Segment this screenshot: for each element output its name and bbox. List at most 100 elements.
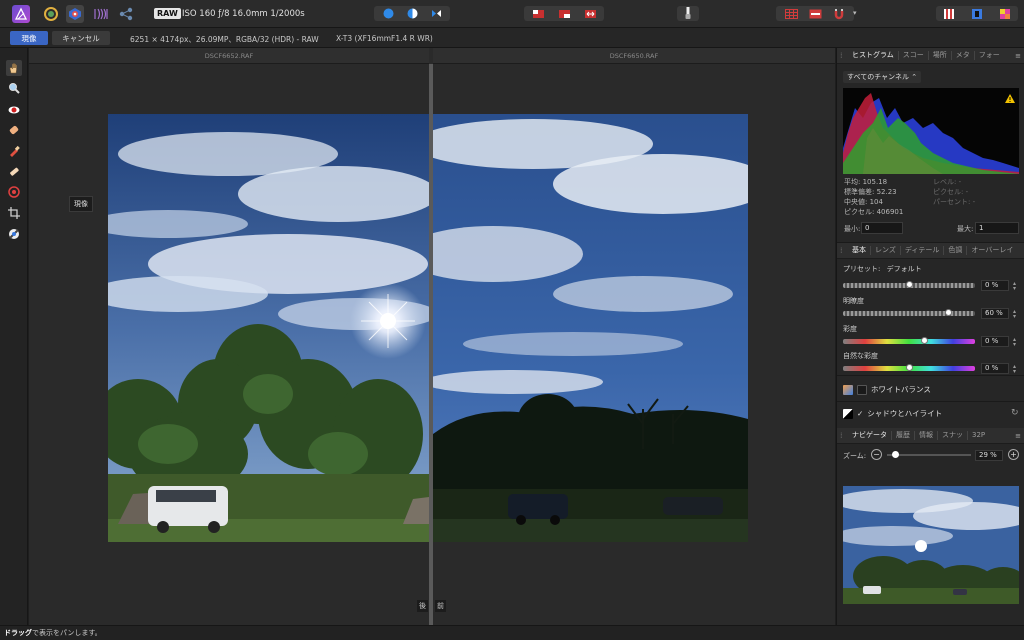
- color-icon[interactable]: [964, 8, 990, 20]
- slider-knob[interactable]: [905, 364, 913, 371]
- grip-icon[interactable]: ⁞: [840, 246, 848, 255]
- red-eye-tool-icon[interactable]: [6, 102, 22, 118]
- raw-badge: RAW: [154, 8, 181, 19]
- overlay-icon[interactable]: [804, 9, 826, 19]
- tab-lens[interactable]: レンズ: [871, 246, 901, 255]
- preset-row[interactable]: プリセット: デフォルト: [843, 264, 922, 274]
- tab-location[interactable]: 場所: [929, 51, 952, 60]
- slider-value-field[interactable]: 0 %: [981, 280, 1009, 291]
- slider-value-field[interactable]: 0 %: [981, 336, 1009, 347]
- left-file-tab: DSCF6652.RAF: [29, 48, 429, 64]
- clipping-highlights-icon[interactable]: [552, 9, 576, 19]
- white-van: [148, 486, 228, 533]
- tab-navigator[interactable]: ナビゲータ: [848, 431, 892, 440]
- developed-photo: [108, 114, 429, 542]
- liquify-persona-icon[interactable]: [92, 5, 110, 23]
- develop-persona-icon[interactable]: [42, 5, 60, 23]
- studio-panels: ⁞ ヒストグラム スコー 場所 メタ フォー ≡ すべてのチャンネル ⌃ 平均:…: [836, 48, 1024, 625]
- stat-level: レベル: -: [933, 178, 962, 186]
- tab-history[interactable]: 履歴: [892, 431, 915, 440]
- zoom-out-icon[interactable]: −: [871, 449, 882, 460]
- assistant-icon[interactable]: [936, 8, 962, 20]
- white-balance-picker-icon[interactable]: [6, 226, 22, 242]
- panel-menu-icon[interactable]: ≡: [1015, 432, 1021, 440]
- channel-select[interactable]: すべてのチャンネル ⌃: [843, 71, 922, 83]
- grip-icon[interactable]: ⁞: [840, 51, 848, 60]
- tab-scope[interactable]: スコー: [899, 51, 929, 60]
- slider-knob[interactable]: [905, 281, 913, 288]
- panel-menu-icon[interactable]: ≡: [1015, 52, 1021, 60]
- tone-map-persona-icon[interactable]: [66, 5, 84, 23]
- shadows-highlights-swatch-icon: [843, 408, 853, 419]
- shadows-highlights-row[interactable]: ✓ シャドウとハイライト: [843, 408, 942, 419]
- slider-track[interactable]: [843, 281, 975, 288]
- clipping-shadows-icon[interactable]: [526, 9, 550, 19]
- zoom-knob[interactable]: [891, 451, 899, 458]
- slider-stepper[interactable]: ▴ ▾: [1013, 309, 1016, 320]
- channel-select-value: すべてのチャンネル: [847, 73, 910, 81]
- slider-stepper[interactable]: ▴ ▾: [1013, 364, 1016, 375]
- reset-icon[interactable]: ↻: [1011, 408, 1019, 418]
- slider-value-field[interactable]: 60 %: [981, 308, 1009, 319]
- tab-detail[interactable]: ディテール: [901, 246, 945, 255]
- studio-group: [936, 6, 1018, 21]
- tab-histogram[interactable]: ヒストグラム: [848, 51, 899, 60]
- cancel-button[interactable]: キャンセル: [52, 31, 110, 45]
- mirror-view-icon[interactable]: [425, 8, 447, 19]
- histogram-stats-right: レベル: - ピクセル: - パーセント: -: [933, 177, 975, 207]
- clipping-tones-icon[interactable]: [578, 9, 602, 19]
- develop-button[interactable]: 現像: [10, 31, 48, 45]
- overlay-erase-tool-icon[interactable]: [6, 164, 22, 180]
- slider-stepper[interactable]: ▴ ▾: [1013, 337, 1016, 348]
- slider-stepper[interactable]: ▴ ▾: [1013, 281, 1016, 292]
- shadows-highlights-check[interactable]: ✓: [857, 409, 863, 418]
- tab-snapshots[interactable]: スナッ: [938, 431, 968, 440]
- overlay-paint-tool-icon[interactable]: [6, 143, 22, 159]
- document-canvas[interactable]: DSCF6652.RAF DSCF6650.RAF 現像 後 前: [29, 48, 835, 625]
- zoom-slider[interactable]: [887, 451, 971, 458]
- min-field[interactable]: 0: [861, 222, 903, 234]
- magnet-icon[interactable]: [828, 8, 850, 20]
- single-view-icon[interactable]: [377, 8, 399, 19]
- clipping-group: [524, 6, 604, 21]
- tab-focus[interactable]: フォー: [975, 51, 1004, 60]
- clipping-warning-icon: [1005, 94, 1015, 103]
- white-balance-checkbox[interactable]: [857, 384, 867, 395]
- tab-tones[interactable]: 色調: [944, 246, 968, 255]
- zoom-tool-icon[interactable]: [6, 80, 22, 96]
- affinity-logo-icon[interactable]: [12, 5, 30, 23]
- white-balance-row[interactable]: ホワイトバランス: [843, 384, 931, 395]
- export-persona-icon[interactable]: [117, 5, 135, 23]
- grid-icon[interactable]: [780, 8, 802, 19]
- blemish-tool-icon[interactable]: [6, 122, 22, 138]
- paintbrush-icon: [684, 6, 692, 21]
- stat-pixel: ピクセル: -: [933, 188, 969, 196]
- paintbrush-button[interactable]: [677, 6, 699, 21]
- tab-32p[interactable]: 32P: [968, 431, 989, 440]
- hand-tool-icon[interactable]: [6, 60, 22, 76]
- slider-value-field[interactable]: 0 %: [981, 363, 1009, 374]
- swatch-icon[interactable]: [992, 8, 1018, 20]
- slider-knob[interactable]: [921, 337, 929, 344]
- crop-tool-icon[interactable]: [6, 205, 22, 221]
- grip-icon[interactable]: ⁞: [840, 431, 848, 440]
- slider-knob[interactable]: [945, 309, 953, 316]
- slider-track[interactable]: [843, 309, 975, 316]
- zoom-field[interactable]: 29 %: [975, 450, 1003, 461]
- tab-info[interactable]: 情報: [915, 431, 938, 440]
- navigator-thumbnail[interactable]: [843, 486, 1019, 604]
- split-view-icon[interactable]: [401, 8, 423, 19]
- slider-track[interactable]: [843, 364, 975, 371]
- tab-metadata[interactable]: メタ: [952, 51, 975, 60]
- zoom-in-icon[interactable]: +: [1008, 449, 1019, 460]
- tab-basic[interactable]: 基本: [848, 246, 871, 255]
- tab-overlay[interactable]: オーバーレイ: [967, 246, 1017, 255]
- dropdown-caret-icon[interactable]: ▾: [853, 9, 857, 17]
- gradient-tool-icon[interactable]: [6, 184, 22, 200]
- after-label: 後: [417, 600, 428, 612]
- slider-track[interactable]: [843, 337, 975, 344]
- max-field[interactable]: 1: [975, 222, 1019, 234]
- split-divider[interactable]: [429, 64, 433, 625]
- stat-median: 中央値: 104: [844, 198, 883, 206]
- preset-value: デフォルト: [886, 265, 922, 273]
